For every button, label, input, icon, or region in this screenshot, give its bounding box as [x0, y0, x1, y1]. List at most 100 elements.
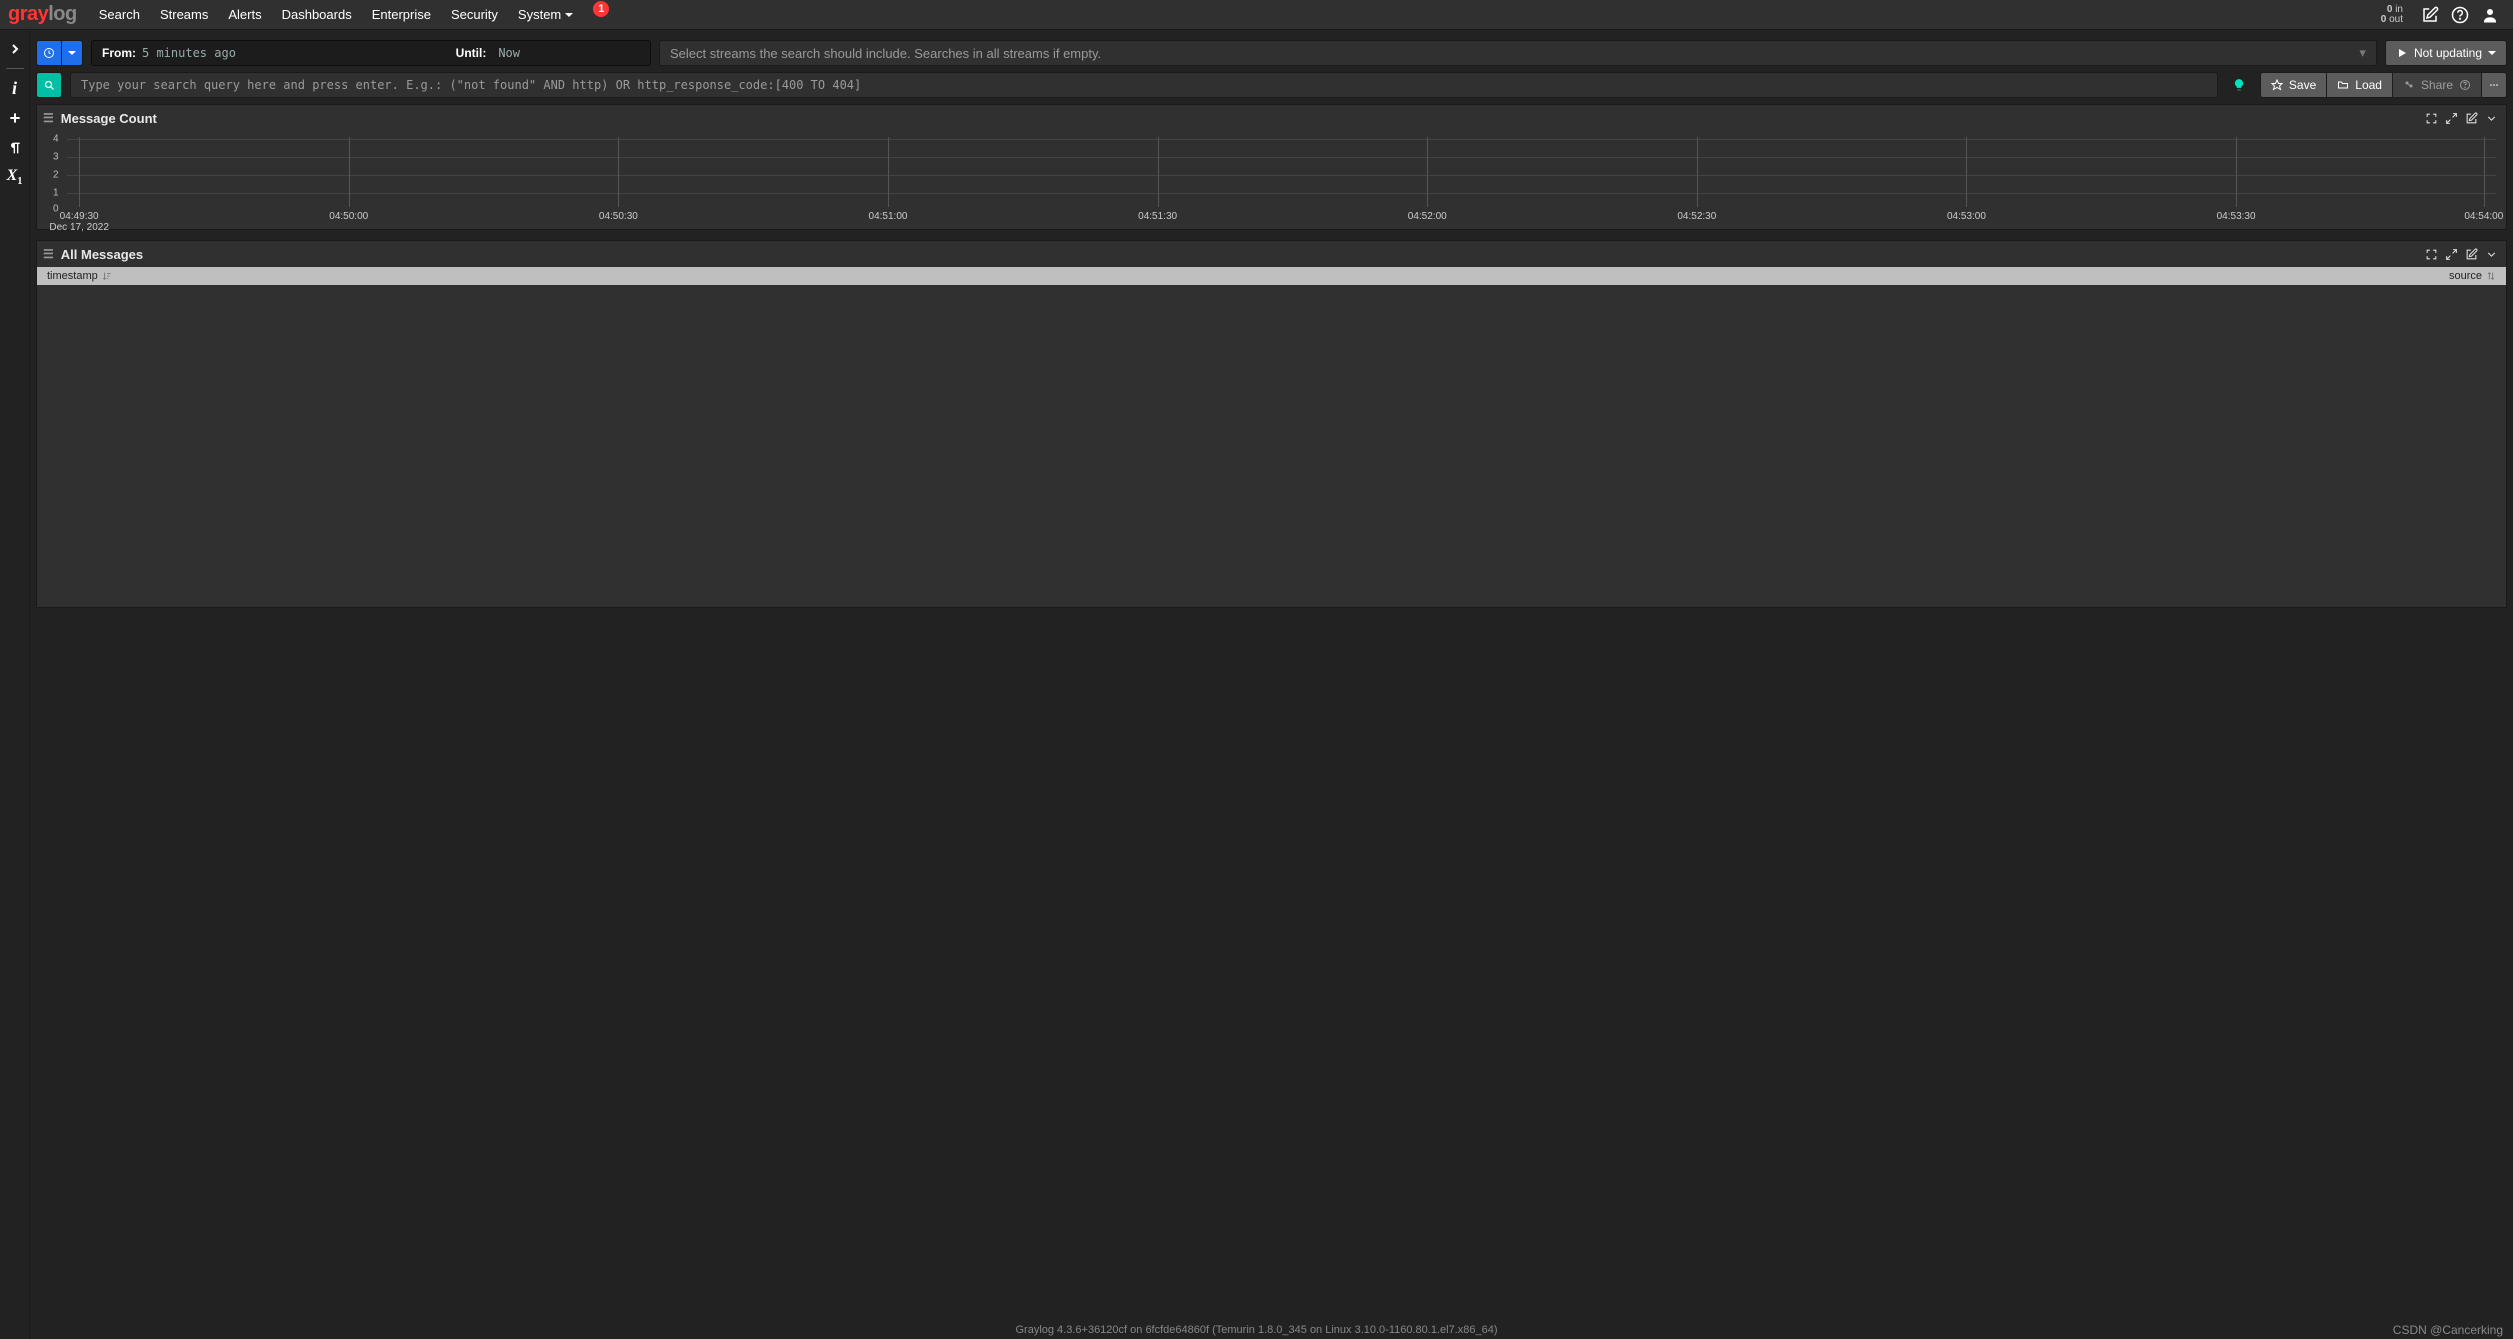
streams-placeholder: Select streams the search should include…	[670, 46, 1101, 61]
col-source[interactable]: source	[2449, 270, 2496, 282]
drag-handle-icon[interactable]: ☰	[43, 247, 55, 261]
load-button[interactable]: Load	[2326, 72, 2392, 98]
xlab-3: 04:51:00	[869, 211, 908, 222]
xlab-1: 04:50:00	[329, 211, 368, 222]
star-icon	[2271, 79, 2283, 91]
widget-menu-button[interactable]	[2482, 245, 2500, 263]
load-label: Load	[2355, 78, 2382, 92]
xlab-5: 04:52:00	[1408, 211, 1447, 222]
save-button[interactable]: Save	[2260, 72, 2326, 98]
until-value: Now	[498, 46, 520, 60]
throughput-out-u: out	[2389, 14, 2403, 25]
widget-expand-button[interactable]	[2442, 245, 2460, 263]
play-icon	[2396, 47, 2408, 59]
top-nav: graylog Search Streams Alerts Dashboards…	[0, 0, 2513, 30]
widget-edit-button[interactable]	[2462, 245, 2480, 263]
message-count-chart[interactable]: 4 3 2 1 0 04:49:30Dec 17, 2022 04:50:00 …	[37, 131, 2506, 229]
throughput-indicator: 0 in 0 out	[2381, 5, 2403, 25]
nav-dashboards[interactable]: Dashboards	[272, 1, 362, 28]
help-icon	[2459, 79, 2471, 91]
chevron-down-icon: ▾	[2359, 45, 2366, 61]
message-count-title: Message Count	[61, 111, 157, 126]
streams-select[interactable]: Select streams the search should include…	[659, 40, 2377, 66]
widget-edit-button[interactable]	[2462, 109, 2480, 127]
search-execute-button[interactable]	[36, 72, 62, 98]
x-ticks	[67, 137, 2496, 207]
help-icon	[2451, 6, 2469, 24]
xlab-8: 04:53:30	[2217, 211, 2256, 222]
expand-sidebar-button[interactable]	[2, 36, 28, 62]
widget-focus-button[interactable]	[2422, 245, 2440, 263]
search-row-1: From: 5 minutes ago Until: Now Select st…	[36, 40, 2507, 66]
ytick-3: 3	[53, 152, 59, 163]
info-icon: i	[12, 79, 17, 97]
sort-desc-icon	[102, 271, 112, 281]
rail-separator	[6, 68, 24, 69]
drag-handle-icon[interactable]: ☰	[43, 111, 55, 125]
search-actions: Save Load Share	[2260, 72, 2507, 98]
ellipsis-icon	[2488, 79, 2500, 91]
rail-create-button[interactable]	[2, 105, 28, 131]
lightbulb-icon	[2232, 78, 2246, 92]
edit-icon	[2421, 6, 2439, 24]
widget-focus-button[interactable]	[2422, 109, 2440, 127]
time-range-type-button[interactable]	[36, 40, 62, 66]
time-range-caret-button[interactable]	[62, 40, 83, 66]
sort-icon	[2486, 271, 2496, 281]
user-menu-button[interactable]	[2475, 0, 2505, 30]
widget-expand-button[interactable]	[2442, 109, 2460, 127]
xlab-9: 04:54:00	[2464, 211, 2503, 222]
watermark: CSDN @Cancerking	[2393, 1323, 2503, 1337]
query-input[interactable]: Type your search query here and press en…	[70, 72, 2218, 98]
xlab-date: Dec 17, 2022	[49, 222, 109, 233]
nav-enterprise[interactable]: Enterprise	[362, 1, 441, 28]
expand-icon	[2445, 248, 2458, 261]
left-rail: i X1	[0, 30, 30, 1339]
rail-fields-button[interactable]	[2, 135, 28, 161]
xlab-0: 04:49:30	[60, 211, 99, 222]
search-row-2: Type your search query here and press en…	[36, 72, 2507, 98]
messages-table-header: timestamp source	[37, 267, 2506, 285]
share-icon	[2403, 79, 2415, 91]
notifications-badge[interactable]: 1	[593, 1, 609, 17]
share-button: Share	[2392, 72, 2481, 98]
throughput-out-n: 0	[2381, 14, 2387, 25]
query-hint-button[interactable]	[2226, 72, 2252, 98]
chevron-down-icon	[2485, 248, 2498, 261]
share-label: Share	[2421, 78, 2453, 92]
refresh-button[interactable]: Not updating	[2385, 40, 2507, 66]
more-actions-button[interactable]	[2481, 72, 2507, 98]
chevron-down-icon	[565, 13, 573, 17]
edit-icon	[2465, 248, 2478, 261]
widget-menu-button[interactable]	[2482, 109, 2500, 127]
edit-icon	[2465, 112, 2478, 125]
brand-logo: graylog	[8, 3, 77, 26]
nav-search[interactable]: Search	[89, 1, 150, 28]
help-button[interactable]	[2445, 0, 2475, 30]
time-range-buttons	[36, 40, 83, 66]
all-messages-title: All Messages	[61, 247, 143, 262]
nav-system[interactable]: System	[508, 1, 583, 28]
col-timestamp[interactable]: timestamp	[47, 270, 112, 282]
nav-alerts[interactable]: Alerts	[218, 1, 271, 28]
messages-table-body	[37, 285, 2506, 607]
refresh-label: Not updating	[2414, 46, 2482, 60]
nav-security[interactable]: Security	[441, 1, 508, 28]
plus-icon	[7, 110, 23, 126]
all-messages-header: ☰ All Messages	[37, 241, 2506, 267]
all-messages-panel: ☰ All Messages timestamp source	[36, 240, 2507, 608]
nav-streams[interactable]: Streams	[150, 1, 218, 28]
time-range-display[interactable]: From: 5 minutes ago Until: Now	[91, 40, 651, 66]
rail-highlight-button[interactable]: X1	[2, 165, 28, 191]
message-count-header: ☰ Message Count	[37, 105, 2506, 131]
xlab-6: 04:52:30	[1677, 211, 1716, 222]
rail-description-button[interactable]: i	[2, 75, 28, 101]
user-icon	[2481, 6, 2499, 24]
query-placeholder: Type your search query here and press en…	[81, 78, 861, 92]
scratchpad-button[interactable]	[2415, 0, 2445, 30]
save-label: Save	[2289, 78, 2316, 92]
ytick-1: 1	[53, 188, 59, 199]
x-sub-icon: X1	[7, 168, 23, 187]
focus-icon	[2425, 248, 2438, 261]
message-count-panel: ☰ Message Count 4 3 2 1 0 04:49:30Dec 17…	[36, 104, 2507, 230]
